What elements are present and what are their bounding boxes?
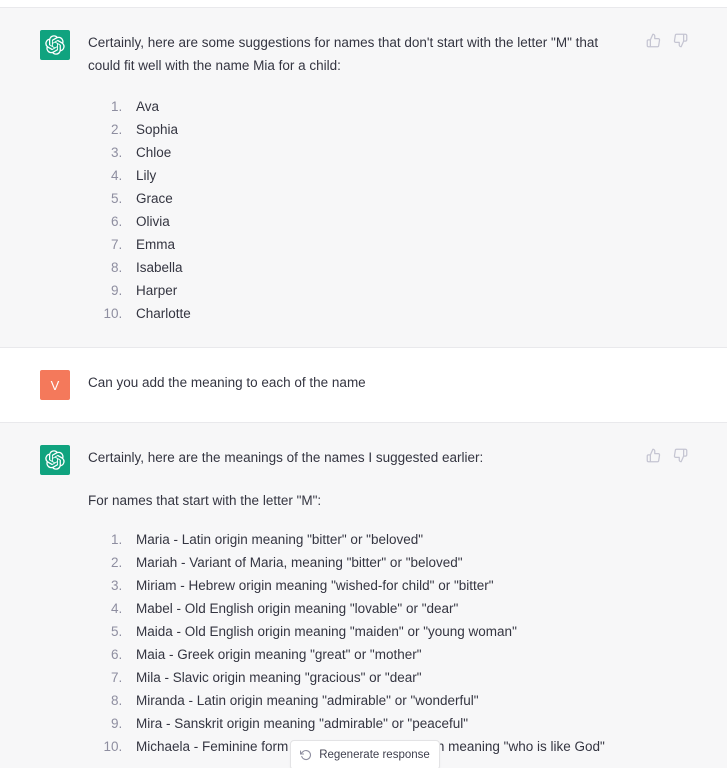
previous-message-sliver — [0, 0, 727, 8]
message-user-1: V Can you add the meaning to each of the… — [0, 348, 727, 423]
thumbs-down-icon[interactable] — [672, 32, 689, 49]
list-item: Sophia — [126, 118, 687, 141]
list-item: Mila - Slavic origin meaning "gracious" … — [126, 666, 687, 689]
list-item: Olivia — [126, 210, 687, 233]
list-item: Mira - Sanskrit origin meaning "admirabl… — [126, 712, 687, 735]
list-item: Lily — [126, 164, 687, 187]
feedback-controls-2 — [645, 447, 689, 464]
assistant-paragraph: Certainly, here are the meanings of the … — [88, 450, 484, 465]
list-item: Maria - Latin origin meaning "bitter" or… — [126, 528, 687, 551]
assistant-message-body-2: Certainly, here are the meanings of the … — [88, 445, 687, 758]
user-paragraph: Can you add the meaning to each of the n… — [88, 375, 366, 390]
list-item: Grace — [126, 187, 687, 210]
assistant-paragraph: For names that start with the letter "M"… — [88, 493, 322, 508]
list-item: Miranda - Latin origin meaning "admirabl… — [126, 689, 687, 712]
list-item: Mabel - Old English origin meaning "lova… — [126, 597, 687, 620]
thumbs-up-icon[interactable] — [645, 447, 662, 464]
thumbs-down-icon[interactable] — [672, 447, 689, 464]
regenerate-response-button[interactable]: Regenerate response — [290, 740, 440, 768]
list-item: Maia - Greek origin meaning "great" or "… — [126, 643, 687, 666]
name-meanings-list: Maria - Latin origin meaning "bitter" or… — [88, 528, 687, 758]
message-assistant-2: Certainly, here are the meanings of the … — [0, 423, 727, 768]
list-item: Charlotte — [126, 302, 687, 325]
list-item: Miriam - Hebrew origin meaning "wished-f… — [126, 574, 687, 597]
assistant-avatar — [40, 30, 70, 60]
list-item: Harper — [126, 279, 687, 302]
suggested-names-list: Ava Sophia Chloe Lily Grace Olivia Emma … — [88, 95, 687, 325]
list-item: Emma — [126, 233, 687, 256]
feedback-controls-1 — [645, 32, 689, 49]
user-avatar-initial: V — [50, 377, 60, 393]
thumbs-up-icon[interactable] — [645, 32, 662, 49]
user-avatar: V — [40, 370, 70, 400]
assistant-avatar — [40, 445, 70, 475]
regenerate-response-label: Regenerate response — [319, 749, 430, 761]
list-item: Chloe — [126, 141, 687, 164]
message-assistant-1: Certainly, here are some suggestions for… — [0, 8, 727, 348]
chat-transcript: Certainly, here are some suggestions for… — [0, 0, 727, 768]
list-item: Ava — [126, 95, 687, 118]
list-item: Isabella — [126, 256, 687, 279]
user-message-body: Can you add the meaning to each of the n… — [88, 370, 687, 400]
list-item: Maida - Old English origin meaning "maid… — [126, 620, 687, 643]
assistant-paragraph: Certainly, here are some suggestions for… — [88, 35, 599, 73]
list-item: Mariah - Variant of Maria, meaning "bitt… — [126, 551, 687, 574]
refresh-icon — [300, 749, 312, 761]
assistant-message-body-1: Certainly, here are some suggestions for… — [88, 30, 687, 325]
